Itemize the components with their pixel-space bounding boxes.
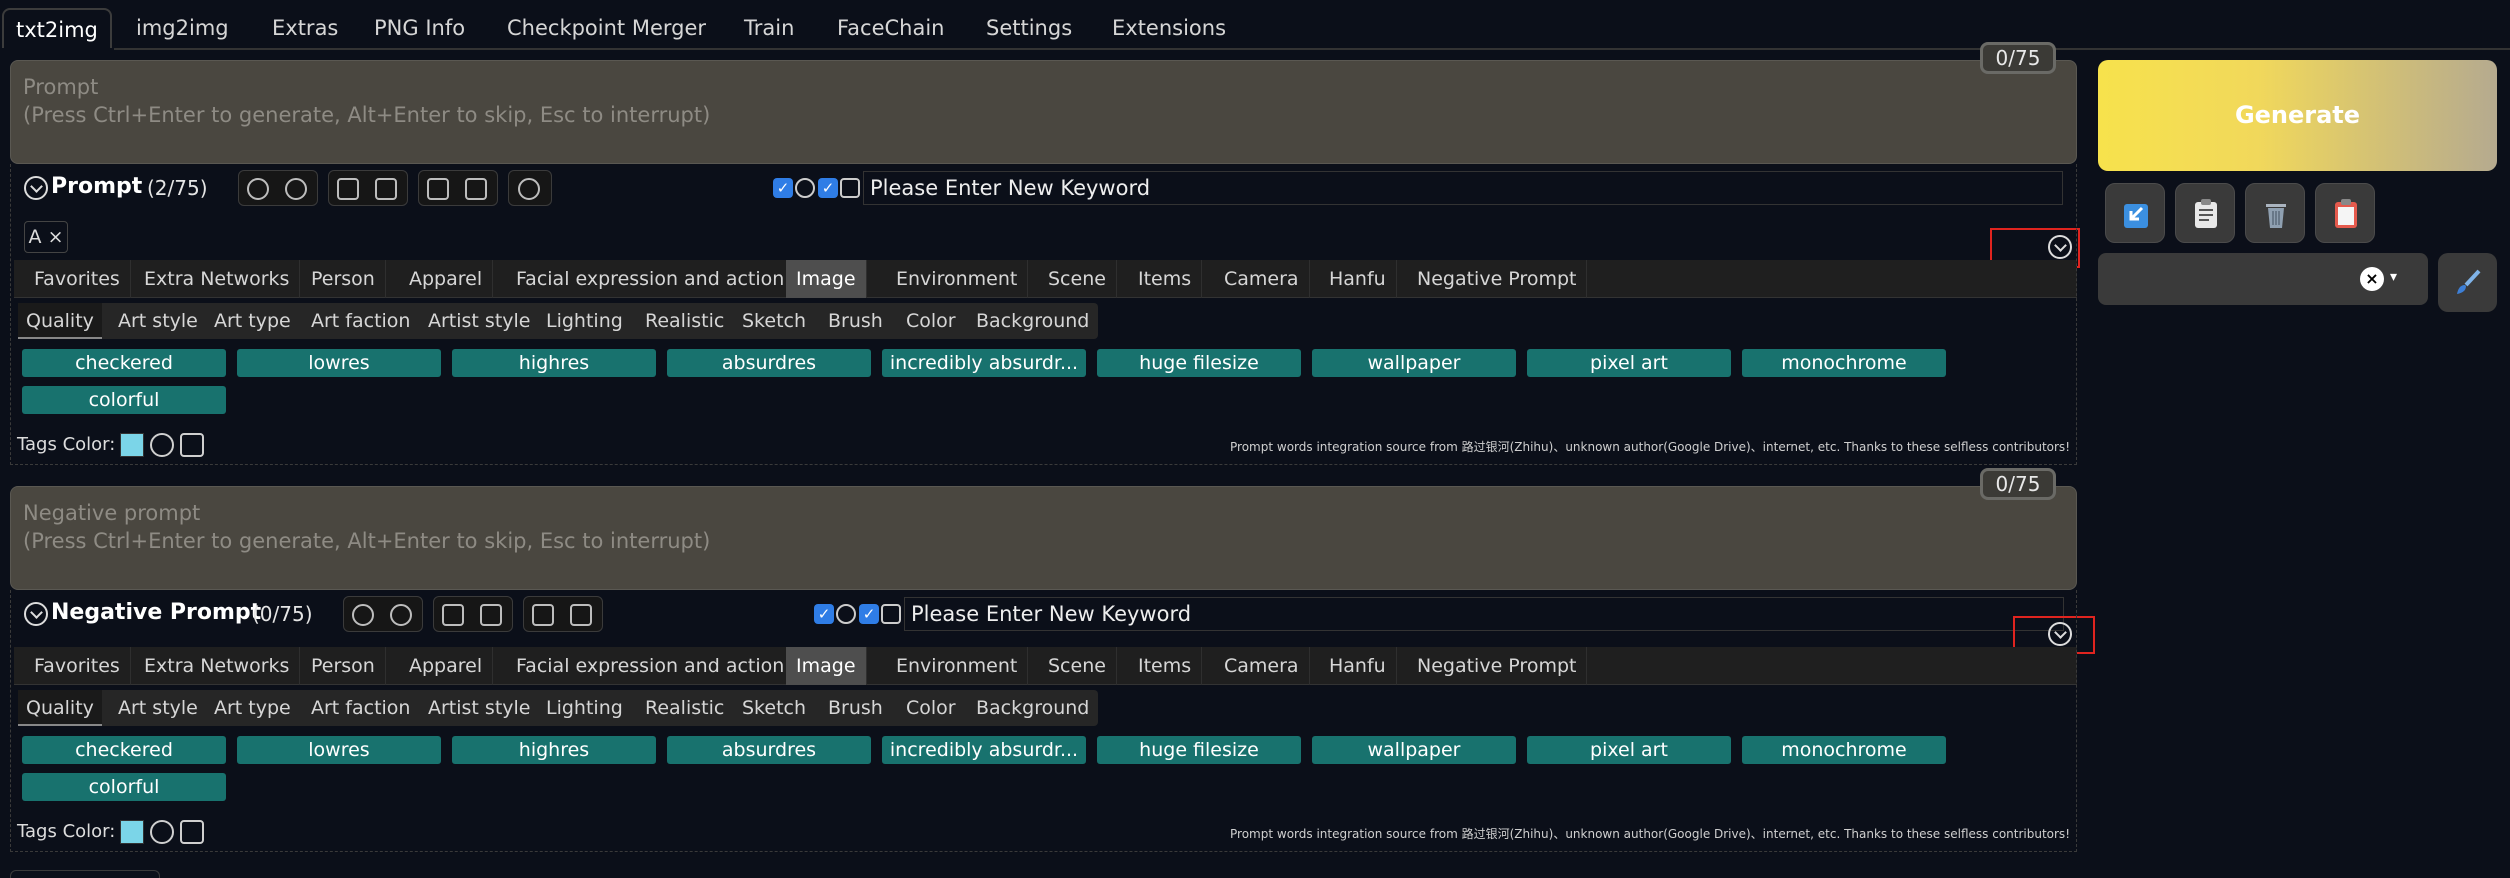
generate-button[interactable]: Generate xyxy=(2098,60,2497,171)
tab-extensions[interactable]: Extensions xyxy=(1112,8,1226,48)
prompt-input[interactable]: Prompt (Press Ctrl+Enter to generate, Al… xyxy=(10,60,2077,164)
tab-checkpoint-merger[interactable]: Checkpoint Merger xyxy=(507,8,706,48)
tab-txt2img[interactable]: txt2img xyxy=(2,8,112,48)
styles-dropdown[interactable]: × ▾ xyxy=(2098,253,2428,305)
chevron-down-icon: ▾ xyxy=(2390,269,2398,285)
tab-divider xyxy=(114,48,2510,50)
clipboard-style-icon xyxy=(2335,199,2357,228)
arrow-in-icon xyxy=(2124,204,2148,228)
paintbrush-icon xyxy=(2457,269,2481,294)
tab-img2img[interactable]: img2img xyxy=(136,8,229,48)
negative-prompt-token-counter: 0/75 xyxy=(1980,468,2056,500)
negative-helper-frame xyxy=(10,590,2077,852)
negative-prompt-input[interactable]: Negative prompt (Press Ctrl+Enter to gen… xyxy=(10,486,2077,590)
next-section-edge xyxy=(10,870,160,878)
clear-prompt-button[interactable] xyxy=(2245,183,2305,243)
prompt-token-counter: 0/75 xyxy=(1980,42,2056,74)
paste-button[interactable] xyxy=(2175,183,2235,243)
tab-png-info[interactable]: PNG Info xyxy=(374,8,465,48)
negative-prompt-placeholder: Negative prompt xyxy=(23,501,201,525)
apply-style-button[interactable] xyxy=(2315,183,2375,243)
prompt-helper-frame xyxy=(10,164,2077,465)
tab-settings[interactable]: Settings xyxy=(986,8,1072,48)
tab-train[interactable]: Train xyxy=(744,8,794,48)
prompt-placeholder-hint: (Press Ctrl+Enter to generate, Alt+Enter… xyxy=(23,103,711,127)
edit-styles-button[interactable] xyxy=(2438,253,2497,312)
prompt-placeholder: Prompt xyxy=(23,75,99,99)
read-params-button[interactable] xyxy=(2105,183,2165,243)
clear-styles-icon[interactable]: × xyxy=(2360,267,2384,291)
tab-extras[interactable]: Extras xyxy=(272,8,338,48)
trash-icon xyxy=(2266,204,2286,228)
tab-facechain[interactable]: FaceChain xyxy=(837,8,944,48)
clipboard-icon xyxy=(2195,199,2217,228)
negative-prompt-placeholder-hint: (Press Ctrl+Enter to generate, Alt+Enter… xyxy=(23,529,711,553)
